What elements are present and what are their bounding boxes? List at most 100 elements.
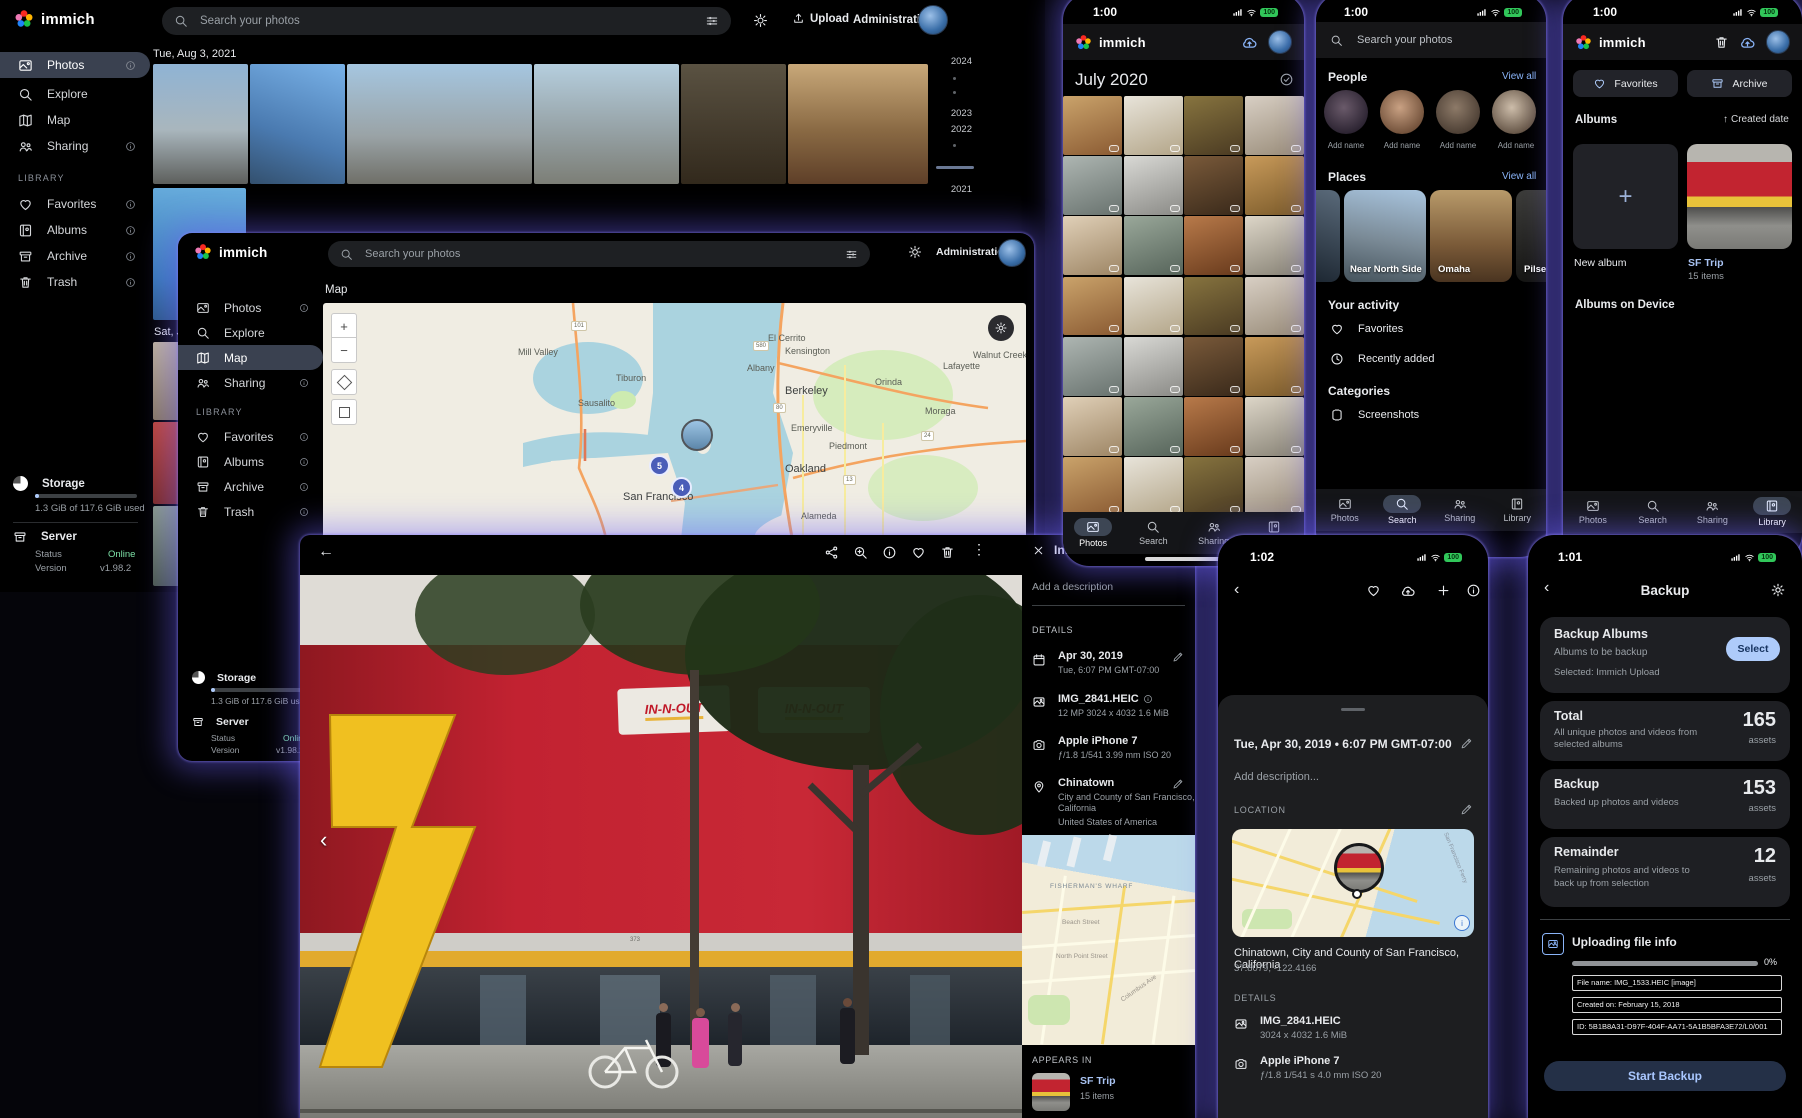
map-settings-button[interactable]	[988, 315, 1014, 341]
photo-thumbnail[interactable]	[681, 64, 786, 184]
info-icon[interactable]	[125, 141, 136, 152]
nav-search[interactable]: Search	[1627, 499, 1679, 525]
more-options-kebab-icon[interactable]: ⋮	[972, 541, 986, 558]
photo-tile[interactable]	[1124, 216, 1183, 275]
sidebar-item-sharing[interactable]: Sharing	[178, 370, 323, 395]
person-face[interactable]	[1492, 90, 1536, 134]
place-card[interactable]: Chinatown	[1316, 190, 1340, 282]
info-icon[interactable]	[125, 199, 136, 210]
add-name-label[interactable]: Add name	[1380, 141, 1424, 150]
photo-thumbnail[interactable]	[153, 64, 248, 184]
location-map-card[interactable]: San Francisco Ferry i	[1232, 829, 1474, 937]
photo-tile[interactable]	[1124, 96, 1183, 155]
recently-added-row[interactable]: Recently added	[1330, 352, 1434, 366]
place-card[interactable]: Omaha	[1430, 190, 1512, 282]
map-info-icon[interactable]: i	[1454, 915, 1470, 931]
photo-tile[interactable]	[1245, 216, 1304, 275]
back-chevron-icon[interactable]: ‹	[1234, 581, 1239, 599]
info-icon[interactable]	[299, 507, 309, 517]
info-icon[interactable]	[299, 457, 309, 467]
select-albums-button[interactable]: Select	[1726, 637, 1780, 661]
cloud-icon[interactable]	[1400, 583, 1416, 599]
photo-tile[interactable]	[1245, 397, 1304, 456]
photo-tile[interactable]	[1063, 337, 1122, 396]
nav-library[interactable]: Library	[1746, 497, 1798, 527]
theme-toggle-sun-icon[interactable]	[753, 13, 768, 28]
nav-search[interactable]: Search	[1376, 495, 1428, 525]
photo-tile[interactable]	[1124, 337, 1183, 396]
photo-tile[interactable]	[1124, 457, 1183, 516]
backup-cloud-icon[interactable]	[1241, 34, 1258, 51]
photo-tile[interactable]	[1063, 156, 1122, 215]
user-avatar[interactable]	[998, 239, 1026, 267]
user-avatar[interactable]	[1766, 30, 1790, 54]
map-fullscreen-button[interactable]	[331, 399, 357, 425]
photo-thumbnail[interactable]	[347, 64, 532, 184]
favorites-button[interactable]: Favorites	[1573, 70, 1678, 97]
edit-date-pencil-icon[interactable]	[1460, 737, 1473, 750]
add-name-label[interactable]: Add name	[1492, 141, 1540, 150]
sidebar-item-map[interactable]: Map	[178, 345, 323, 370]
place-card[interactable]: Pilsen	[1516, 190, 1546, 282]
person-face[interactable]	[1380, 90, 1424, 134]
scrubber-handle[interactable]	[936, 166, 974, 169]
back-arrow-icon[interactable]: ←	[318, 543, 334, 561]
info-icon[interactable]	[299, 432, 309, 442]
gear-icon[interactable]	[1770, 582, 1786, 598]
photo-tile[interactable]	[1184, 457, 1243, 516]
places-view-all-link[interactable]: View all	[1502, 171, 1536, 182]
trash-icon[interactable]	[940, 545, 955, 560]
photo-in-n-out[interactable]: IN-N-OUT IN-N-OUT 373	[300, 575, 1022, 1118]
info-icon[interactable]	[125, 277, 136, 288]
edit-location-pencil-icon[interactable]	[1460, 803, 1473, 816]
share-icon[interactable]	[824, 545, 839, 560]
close-icon[interactable]	[1032, 544, 1045, 557]
search-bar[interactable]: Search your photos	[1316, 22, 1546, 58]
info-icon[interactable]	[882, 545, 897, 560]
add-name-label[interactable]: Add name	[1324, 141, 1368, 150]
add-to-album-plus-icon[interactable]	[1436, 583, 1451, 598]
photo-thumbnail[interactable]	[250, 64, 345, 184]
photo-tile[interactable]	[1184, 96, 1243, 155]
map-layers-button[interactable]	[331, 369, 357, 395]
sidebar-item-archive[interactable]: Archive	[178, 474, 323, 499]
info-icon[interactable]	[299, 482, 309, 492]
info-icon[interactable]	[125, 225, 136, 236]
map-zoom-in-button[interactable]: +	[331, 313, 357, 339]
previous-photo-chevron[interactable]: ‹	[320, 827, 327, 853]
sidebar-item-explore[interactable]: Explore	[0, 81, 150, 107]
select-all-check-icon[interactable]	[1279, 72, 1294, 87]
info-icon[interactable]	[125, 251, 136, 262]
start-backup-button[interactable]: Start Backup	[1544, 1061, 1786, 1091]
person-face[interactable]	[1324, 90, 1368, 134]
map-cluster-marker[interactable]: 4	[671, 477, 692, 498]
photo-tile[interactable]	[1184, 397, 1243, 456]
photo-tile[interactable]	[1063, 277, 1122, 336]
nav-sharing[interactable]: Sharing	[1686, 499, 1738, 525]
photo-tile[interactable]	[1124, 277, 1183, 336]
photo-tile[interactable]	[1124, 397, 1183, 456]
photo-tile[interactable]	[1245, 96, 1304, 155]
person-face[interactable]	[1436, 90, 1480, 134]
upload-button[interactable]: Upload	[792, 12, 849, 25]
nav-photos[interactable]: Photos	[1067, 518, 1119, 548]
screenshots-row[interactable]: Screenshots	[1330, 408, 1419, 422]
photo-tile[interactable]	[1245, 457, 1304, 516]
photo-tile[interactable]	[1245, 277, 1304, 336]
sidebar-item-archive[interactable]: Archive	[0, 243, 150, 269]
album-name[interactable]: SF Trip	[1080, 1075, 1116, 1087]
photo-tile[interactable]	[1124, 156, 1183, 215]
search-input[interactable]: Search your photos	[162, 7, 731, 35]
nav-photos[interactable]: Photos	[1567, 499, 1619, 525]
map-zoom-out-button[interactable]: −	[331, 337, 357, 363]
photo-tile[interactable]	[1063, 397, 1122, 456]
archive-button[interactable]: Archive	[1687, 70, 1792, 97]
add-name-label[interactable]: Add name	[1436, 141, 1480, 150]
photo-tile[interactable]	[1184, 156, 1243, 215]
home-indicator[interactable]	[1145, 557, 1221, 561]
sidebar-item-sharing[interactable]: Sharing	[0, 133, 150, 159]
backup-cloud-icon[interactable]	[1739, 34, 1756, 51]
info-icon[interactable]	[1143, 694, 1153, 704]
search-input[interactable]: Search your photos	[328, 241, 870, 267]
edit-date-pencil-icon[interactable]	[1172, 651, 1184, 663]
